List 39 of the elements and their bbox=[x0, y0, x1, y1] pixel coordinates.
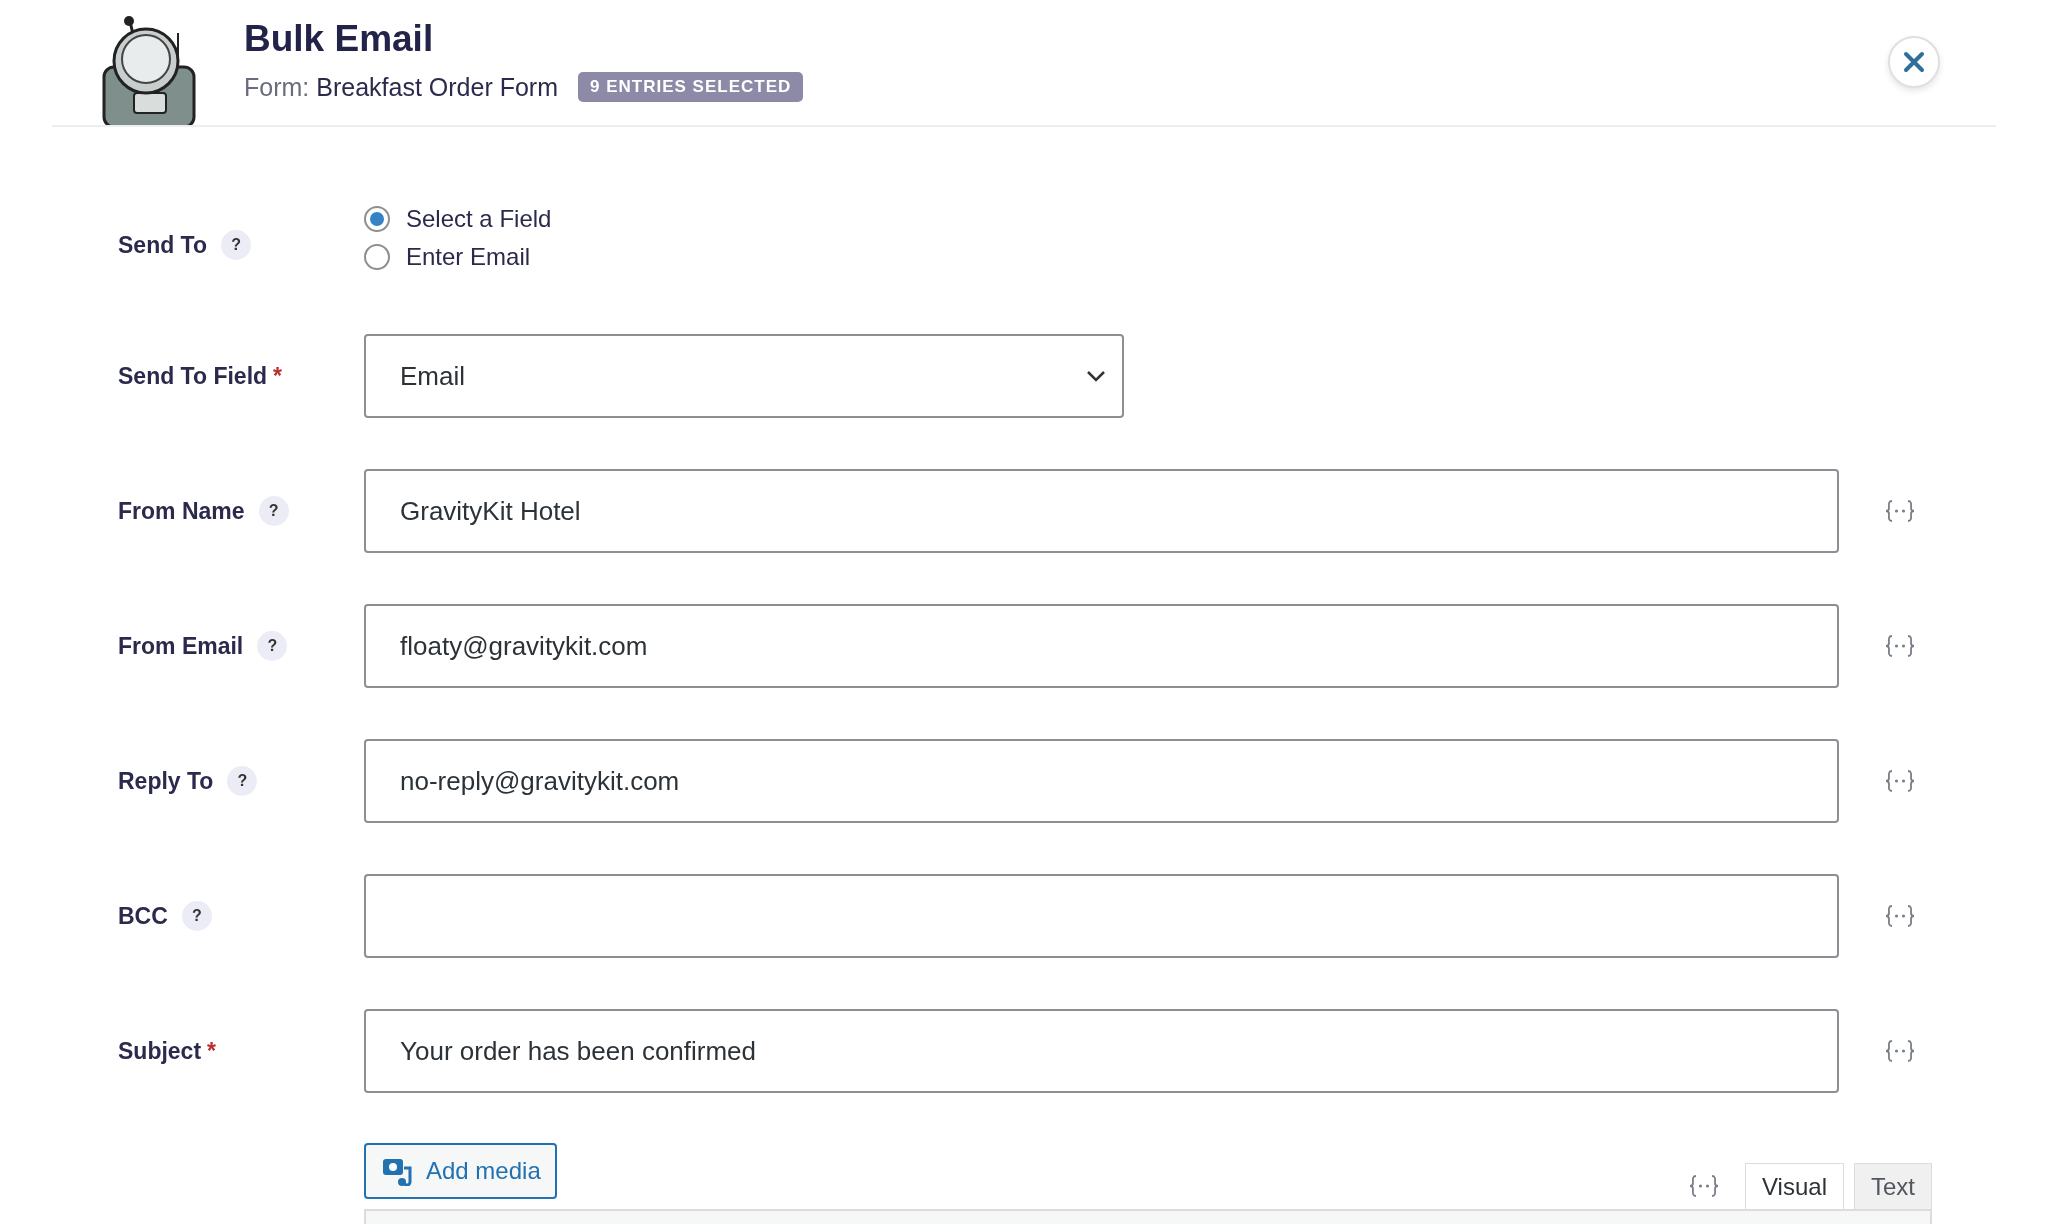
radio-button[interactable] bbox=[364, 244, 390, 270]
field-label: Send To Field * bbox=[118, 362, 283, 390]
field-label: From Name bbox=[118, 497, 245, 525]
help-icon[interactable]: ? bbox=[221, 230, 251, 260]
merge-tags-icon[interactable] bbox=[1885, 499, 1915, 523]
field-label: From Email bbox=[118, 632, 244, 660]
dialog-title: Bulk Email bbox=[244, 18, 435, 60]
text-input-field[interactable]: no-reply@gravitykit.com bbox=[364, 739, 1839, 823]
help-icon[interactable]: ? bbox=[227, 766, 258, 796]
form-label: Form: bbox=[244, 72, 310, 102]
merge-tags-icon[interactable] bbox=[1885, 769, 1915, 793]
editor-tab[interactable]: Visual bbox=[1745, 1163, 1844, 1209]
field-label: Send To bbox=[118, 231, 207, 259]
radio-label: Enter Email bbox=[406, 243, 531, 271]
text-input-field[interactable]: floaty@gravitykit.com bbox=[364, 604, 1839, 688]
merge-tags-icon[interactable] bbox=[1885, 1039, 1915, 1063]
close-icon bbox=[1903, 51, 1925, 73]
text-input-field[interactable] bbox=[364, 874, 1839, 958]
help-icon[interactable]: ? bbox=[258, 496, 289, 526]
merge-tags-icon[interactable] bbox=[1689, 1174, 1720, 1198]
help-icon[interactable]: ? bbox=[257, 631, 288, 661]
close-button[interactable] bbox=[1888, 36, 1940, 88]
help-icon[interactable]: ? bbox=[181, 901, 212, 931]
form-name: Breakfast Order Form bbox=[316, 72, 558, 102]
editor-tab[interactable]: Text bbox=[1854, 1163, 1932, 1209]
media-icon bbox=[382, 1156, 414, 1186]
radio-button[interactable] bbox=[364, 206, 390, 232]
field-label: BCC bbox=[118, 902, 168, 930]
merge-tags-icon[interactable] bbox=[1885, 904, 1915, 928]
field-label: Subject * bbox=[118, 1037, 217, 1065]
field-label: Reply To bbox=[118, 767, 214, 795]
add-media-button[interactable]: Add media bbox=[364, 1143, 557, 1199]
text-input-field[interactable]: Your order has been confirmed bbox=[364, 1009, 1839, 1093]
radio-label: Select a Field bbox=[406, 205, 552, 233]
select-dropdown[interactable]: Email bbox=[364, 334, 1124, 418]
merge-tags-icon[interactable] bbox=[1885, 634, 1915, 658]
chevron-down-icon bbox=[1086, 370, 1106, 382]
text-input-field[interactable]: GravityKit Hotel bbox=[364, 469, 1839, 553]
entries-selected-badge: 9 ENTRIES SELECTED bbox=[578, 72, 804, 102]
